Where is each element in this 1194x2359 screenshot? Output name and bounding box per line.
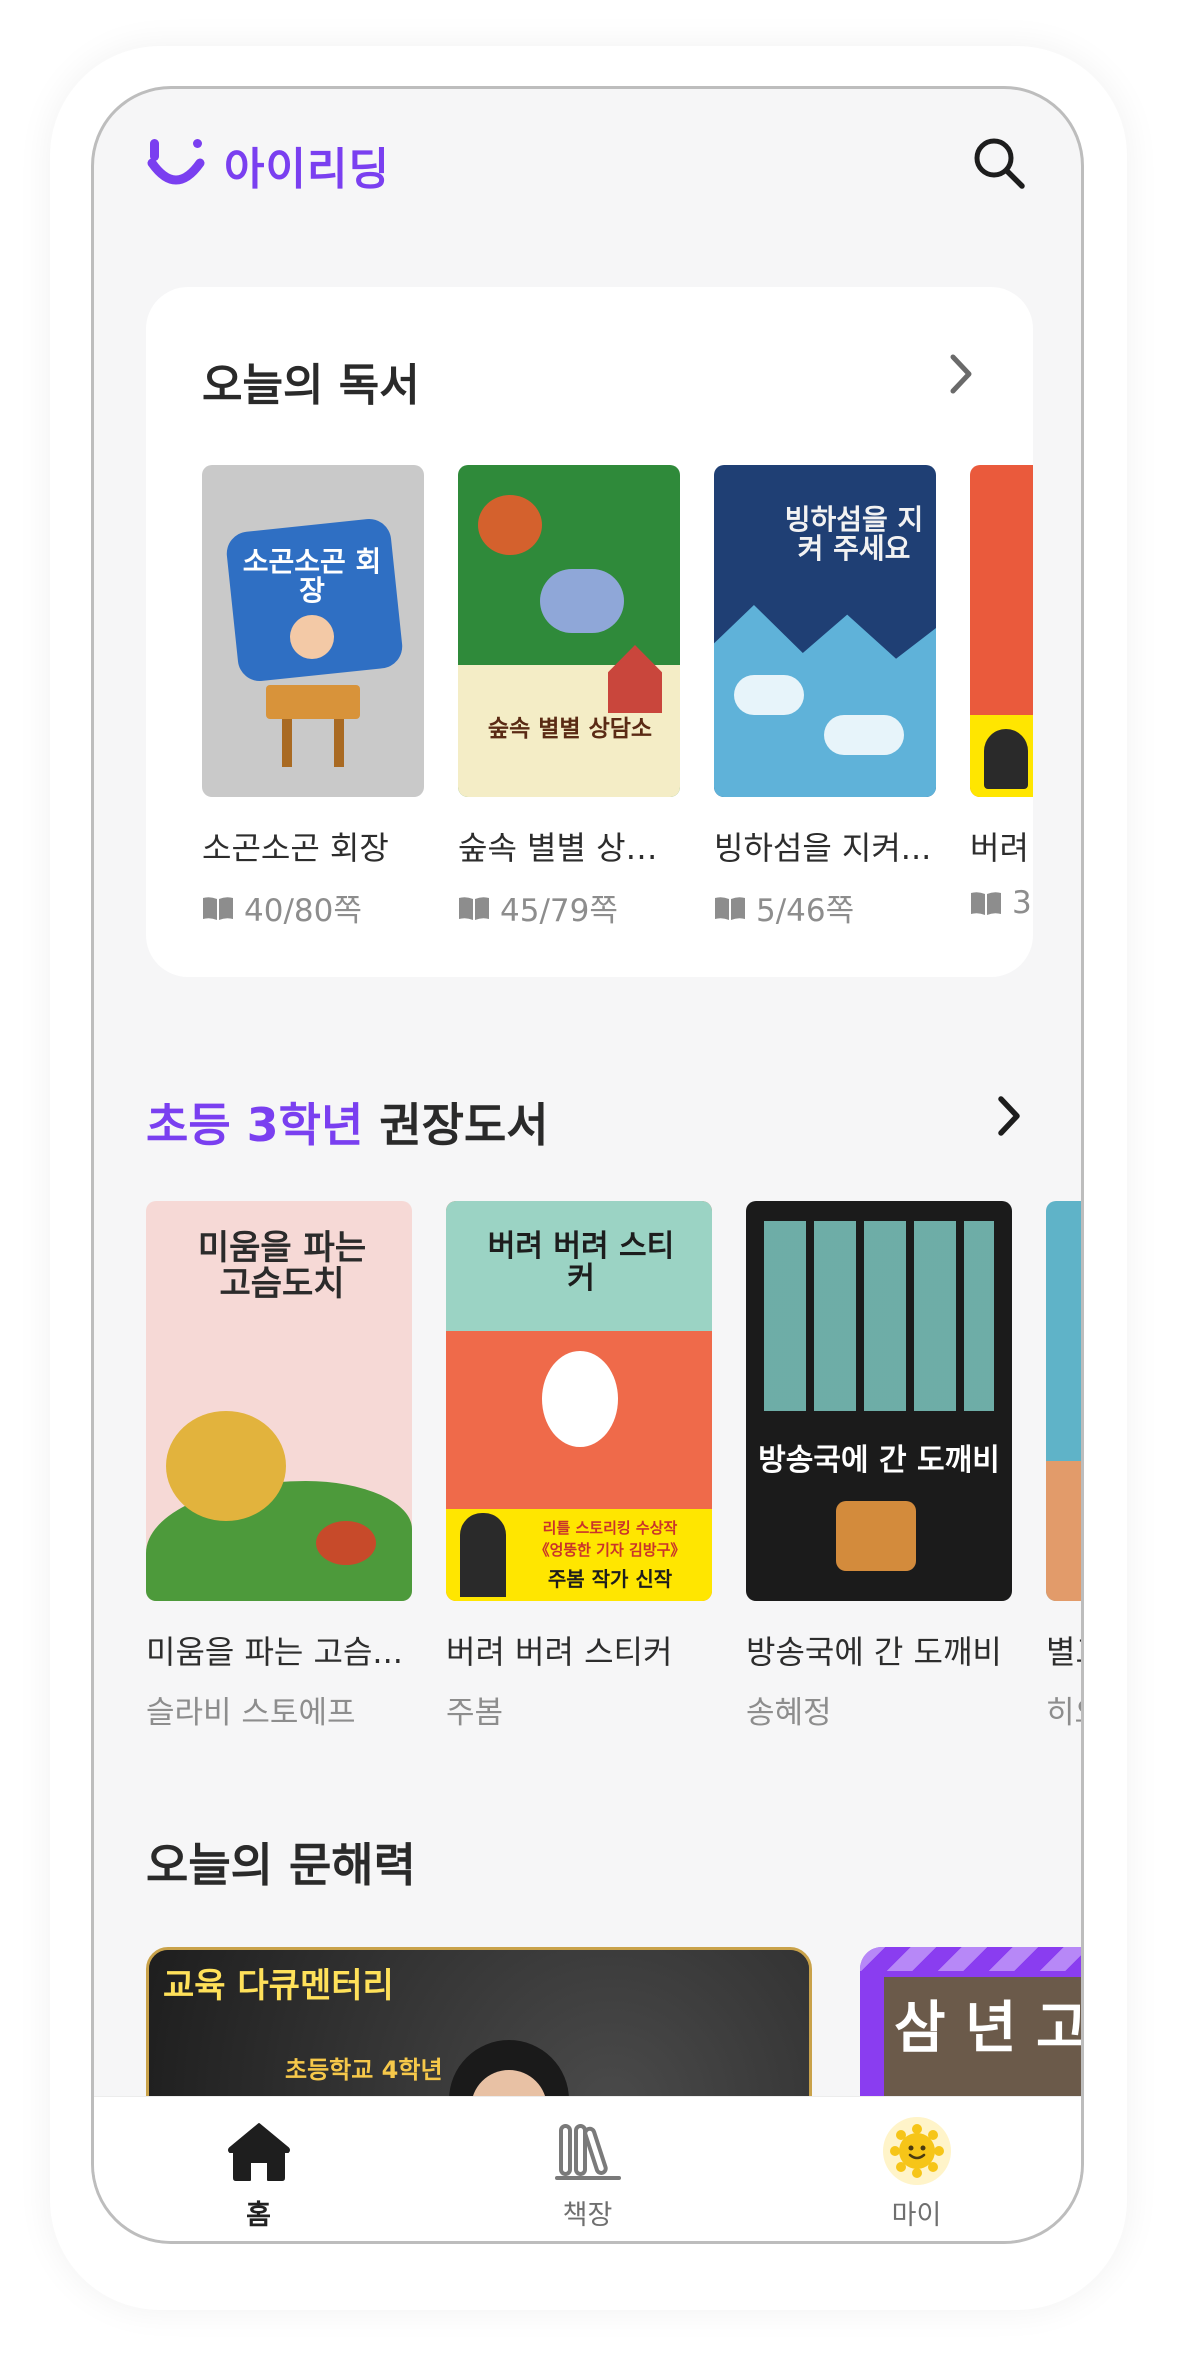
book-cover: 방송국에 간 도깨비 <box>746 1201 1012 1601</box>
profile-sun-icon <box>882 2117 951 2185</box>
bottom-nav: 홈 책장 마이 <box>94 2096 1081 2241</box>
bookshelf-icon <box>554 2124 621 2180</box>
book-cover <box>1046 1201 1081 1601</box>
book-cover-title: 버려 버려 스티커 <box>487 1229 675 1296</box>
book-cover: 빙하섬을 지켜 주세요 <box>714 465 936 797</box>
book-author: 주봄 <box>446 1695 504 1731</box>
open-book-icon <box>715 896 745 920</box>
book-cover: 소곤소곤 회장 <box>202 465 424 797</box>
reading-book[interactable]: 버려 3 <box>970 465 1033 930</box>
today-reading-card: 오늘의 독서 소곤소곤 회장 소곤소곤 회장 40/80쪽 숲속 별별 상담소 … <box>146 287 1033 977</box>
search-icon <box>974 138 1025 189</box>
book-progress: 3 <box>970 885 1033 921</box>
phone-screen: 아이리딩 오늘의 독서 소곤소곤 회장 소곤소곤 회장 40/80쪽 숲속 별별… <box>91 86 1084 2244</box>
book-title: 소곤소곤 회장 <box>202 829 389 867</box>
book-banner-line: 리틀 스토리킹 수상작 <box>542 1519 678 1537</box>
book-author: 슬라비 스토에프 <box>146 1695 356 1731</box>
nav-label: 마이 <box>891 2200 942 2231</box>
reading-book[interactable]: 빙하섬을 지켜 주세요 빙하섬을 지켜... 5/46쪽 <box>714 465 936 930</box>
book-cover-title: 숲속 별별 상담소 <box>487 716 653 742</box>
book-cover: 미움을 파는 고슴도치 <box>146 1201 412 1601</box>
recommended-book[interactable]: 방송국에 간 도깨비 방송국에 간 도깨비 송혜정 <box>746 1201 1012 1732</box>
today-reading-list: 소곤소곤 회장 소곤소곤 회장 40/80쪽 숲속 별별 상담소 숲속 별별 상… <box>202 465 1033 930</box>
literacy-title: 오늘의 문해력 <box>146 1838 416 1892</box>
book-cover <box>970 465 1033 797</box>
search-button[interactable] <box>969 133 1029 193</box>
today-reading-title: 오늘의 독서 <box>202 360 420 411</box>
video-label: 삼 년 고개 <box>894 1996 1084 2061</box>
book-banner-line: 《엉뚱한 기자 김방구》 <box>534 1541 686 1559</box>
grade-title-rest: 권장도서 <box>363 1098 549 1152</box>
book-title: 별고 <box>1046 1633 1081 1671</box>
recommended-book-list: 미움을 파는 고슴도치 미움을 파는 고슴... 슬라비 스토에프 버려 버려 … <box>146 1201 1081 1732</box>
nav-my[interactable]: 마이 <box>752 2097 1081 2241</box>
book-cover-title: 소곤소곤 회장 <box>242 545 382 608</box>
book-title: 방송국에 간 도깨비 <box>746 1633 1002 1671</box>
recommended-book[interactable]: 별고 히요 <box>1046 1201 1081 1732</box>
book-author: 송혜정 <box>746 1695 832 1731</box>
nav-label: 홈 <box>246 2200 271 2231</box>
book-title: 버려 <box>970 829 1029 867</box>
book-progress: 40/80쪽 <box>202 885 424 930</box>
recommended-book[interactable]: 버려 버려 스티커 리틀 스토리킹 수상작 《엉뚱한 기자 김방구》 주봄 작가… <box>446 1201 712 1732</box>
book-title: 숲속 별별 상담소 <box>458 829 680 867</box>
grade-recommend-title: 초등 3학년 권장도서 <box>146 1089 549 1155</box>
home-icon <box>227 2123 290 2181</box>
nav-bookshelf[interactable]: 책장 <box>423 2097 752 2241</box>
video-label: 교육 다큐멘터리 <box>163 1966 394 2006</box>
nav-label: 책장 <box>562 2200 613 2231</box>
reading-book[interactable]: 숲속 별별 상담소 숲속 별별 상담소 45/79쪽 <box>458 465 680 930</box>
top-bar: 아이리딩 <box>94 89 1081 239</box>
book-title: 미움을 파는 고슴... <box>146 1633 403 1671</box>
nav-home[interactable]: 홈 <box>94 2097 423 2241</box>
book-title: 버려 버려 스티커 <box>446 1633 673 1671</box>
book-banner-line: 주봄 작가 신작 <box>547 1567 673 1591</box>
book-author: 히요 <box>1046 1695 1081 1731</box>
book-title: 빙하섬을 지켜... <box>714 829 932 867</box>
chevron-right-icon[interactable] <box>991 1093 1027 1139</box>
chevron-right-icon[interactable] <box>943 351 979 397</box>
logo-text: 아이리딩 <box>224 144 390 195</box>
book-cover-title: 빙하섬을 지켜 주세요 <box>784 503 924 566</box>
logo-smile-icon <box>147 139 205 185</box>
open-book-icon <box>203 896 233 920</box>
app-logo[interactable]: 아이리딩 <box>146 133 390 197</box>
open-book-icon <box>459 896 489 920</box>
book-progress: 5/46쪽 <box>714 885 936 930</box>
book-cover-title: 방송국에 간 도깨비 <box>758 1443 1000 1478</box>
book-cover: 숲속 별별 상담소 <box>458 465 680 797</box>
video-sub-label: 초등학교 4학년 <box>285 2056 443 2084</box>
book-progress: 45/79쪽 <box>458 885 680 930</box>
recommended-book[interactable]: 미움을 파는 고슴도치 미움을 파는 고슴... 슬라비 스토에프 <box>146 1201 412 1732</box>
grade-highlight: 초등 3학년 <box>146 1098 364 1152</box>
open-book-icon <box>971 892 1001 915</box>
book-cover-title: 미움을 파는 고슴도치 <box>197 1228 367 1304</box>
reading-book[interactable]: 소곤소곤 회장 소곤소곤 회장 40/80쪽 <box>202 465 424 930</box>
book-cover: 버려 버려 스티커 리틀 스토리킹 수상작 《엉뚱한 기자 김방구》 주봄 작가… <box>446 1201 712 1601</box>
